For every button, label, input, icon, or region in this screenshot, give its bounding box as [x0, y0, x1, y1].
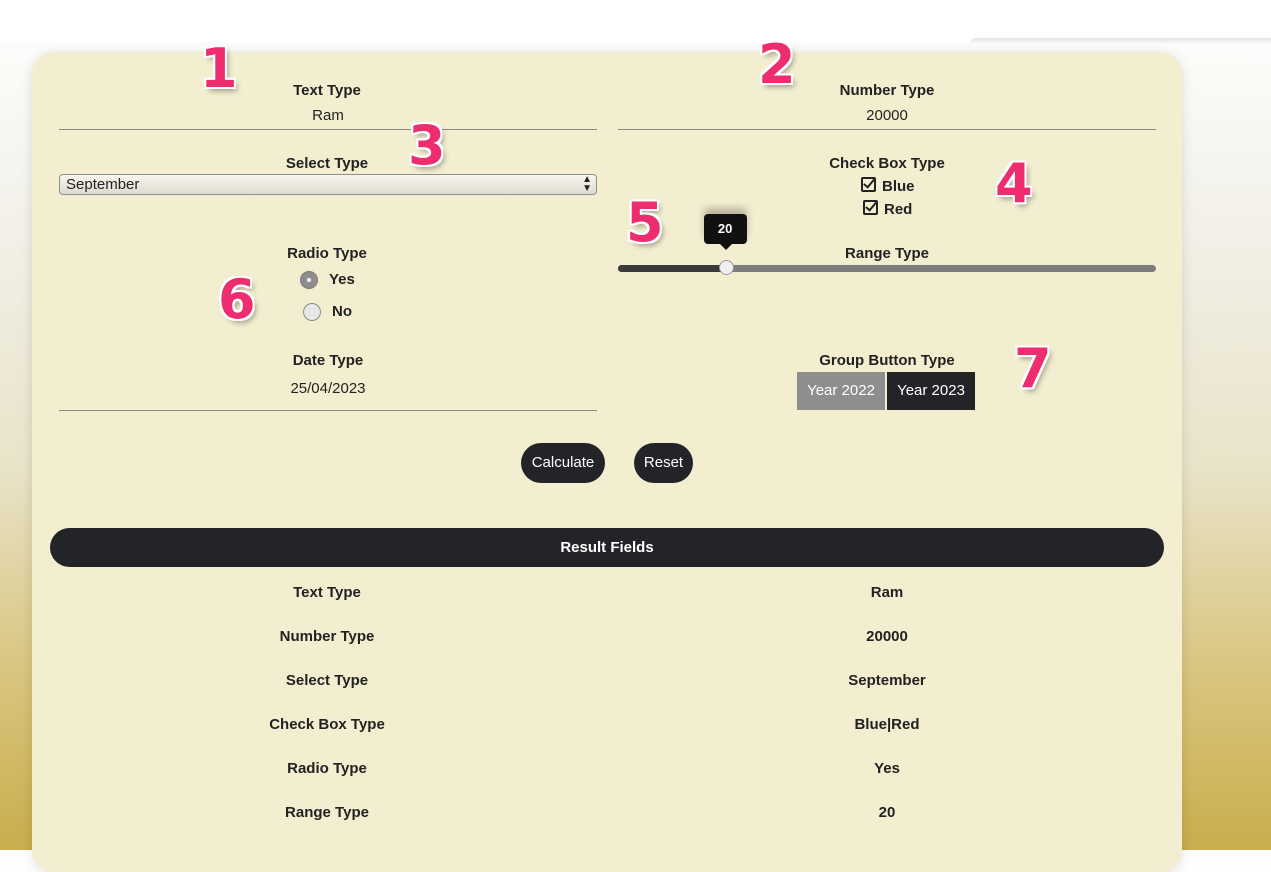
result-value: Blue|Red: [854, 716, 920, 733]
browser-top-area: [0, 0, 1271, 42]
month-select[interactable]: September ▲ ▼: [59, 174, 597, 195]
date-input[interactable]: 25/04/2023: [59, 380, 597, 397]
top-panel-shadow: [970, 38, 1271, 44]
checked-box-icon: [861, 177, 876, 192]
annotation-marker: 1: [200, 37, 238, 100]
annotation-marker: 5: [626, 191, 664, 254]
reset-button[interactable]: Reset: [634, 443, 693, 483]
result-value: 20000: [866, 628, 908, 645]
result-label: Select Type: [285, 672, 369, 689]
year-2023-button[interactable]: Year 2023: [887, 372, 975, 410]
date-type-label: Date Type: [292, 352, 364, 369]
annotation-marker: 6: [218, 268, 256, 331]
radio-type-label: Radio Type: [287, 245, 367, 262]
range-slider-thumb[interactable]: [718, 260, 734, 275]
annotation-marker: 7: [1014, 337, 1052, 400]
checkbox-blue-label: Blue: [882, 178, 915, 195]
annotation-marker: 3: [408, 114, 446, 177]
result-label: Number Type: [279, 628, 375, 645]
result-label: Check Box Type: [269, 716, 385, 733]
annotation-marker: 2: [758, 33, 796, 96]
checkbox-red[interactable]: Red: [863, 200, 912, 218]
radio-no[interactable]: [303, 303, 321, 321]
range-slider-fill: [618, 265, 726, 272]
checkbox-red-label: Red: [884, 201, 913, 218]
group-button-type-label: Group Button Type: [819, 352, 955, 369]
year-2022-button[interactable]: Year 2022: [797, 372, 885, 410]
checkbox-type-label: Check Box Type: [829, 155, 945, 172]
result-value: September: [848, 672, 926, 689]
result-label: Range Type: [285, 804, 369, 821]
month-select-value: September: [66, 176, 140, 193]
number-type-underline: [618, 129, 1156, 130]
range-slider-track[interactable]: [618, 265, 1156, 272]
checked-box-icon: [863, 200, 878, 215]
result-value: 20: [878, 804, 896, 821]
result-label: Text Type: [293, 584, 361, 601]
number-type-input[interactable]: 20000: [618, 107, 1156, 124]
number-type-label: Number Type: [839, 82, 935, 99]
range-value-tooltip: 20: [703, 214, 747, 250]
radio-yes-label: Yes: [329, 271, 355, 288]
date-underline: [59, 410, 597, 411]
select-type-label: Select Type: [285, 155, 369, 172]
calculate-button[interactable]: Calculate: [521, 443, 605, 483]
result-value: Ram: [870, 584, 904, 601]
text-type-label: Text Type: [293, 82, 361, 99]
select-arrows-icon: ▲ ▼: [582, 174, 592, 194]
result-value: Yes: [874, 760, 900, 777]
text-type-input[interactable]: Ram: [59, 107, 597, 124]
result-label: Radio Type: [287, 760, 367, 777]
result-fields-header: Result Fields: [50, 528, 1164, 567]
range-type-label: Range Type: [845, 245, 929, 262]
radio-yes[interactable]: [300, 271, 318, 289]
radio-no-label: No: [332, 303, 352, 320]
text-type-underline: [59, 129, 597, 130]
checkbox-blue[interactable]: Blue: [861, 177, 915, 195]
annotation-marker: 4: [995, 152, 1033, 215]
